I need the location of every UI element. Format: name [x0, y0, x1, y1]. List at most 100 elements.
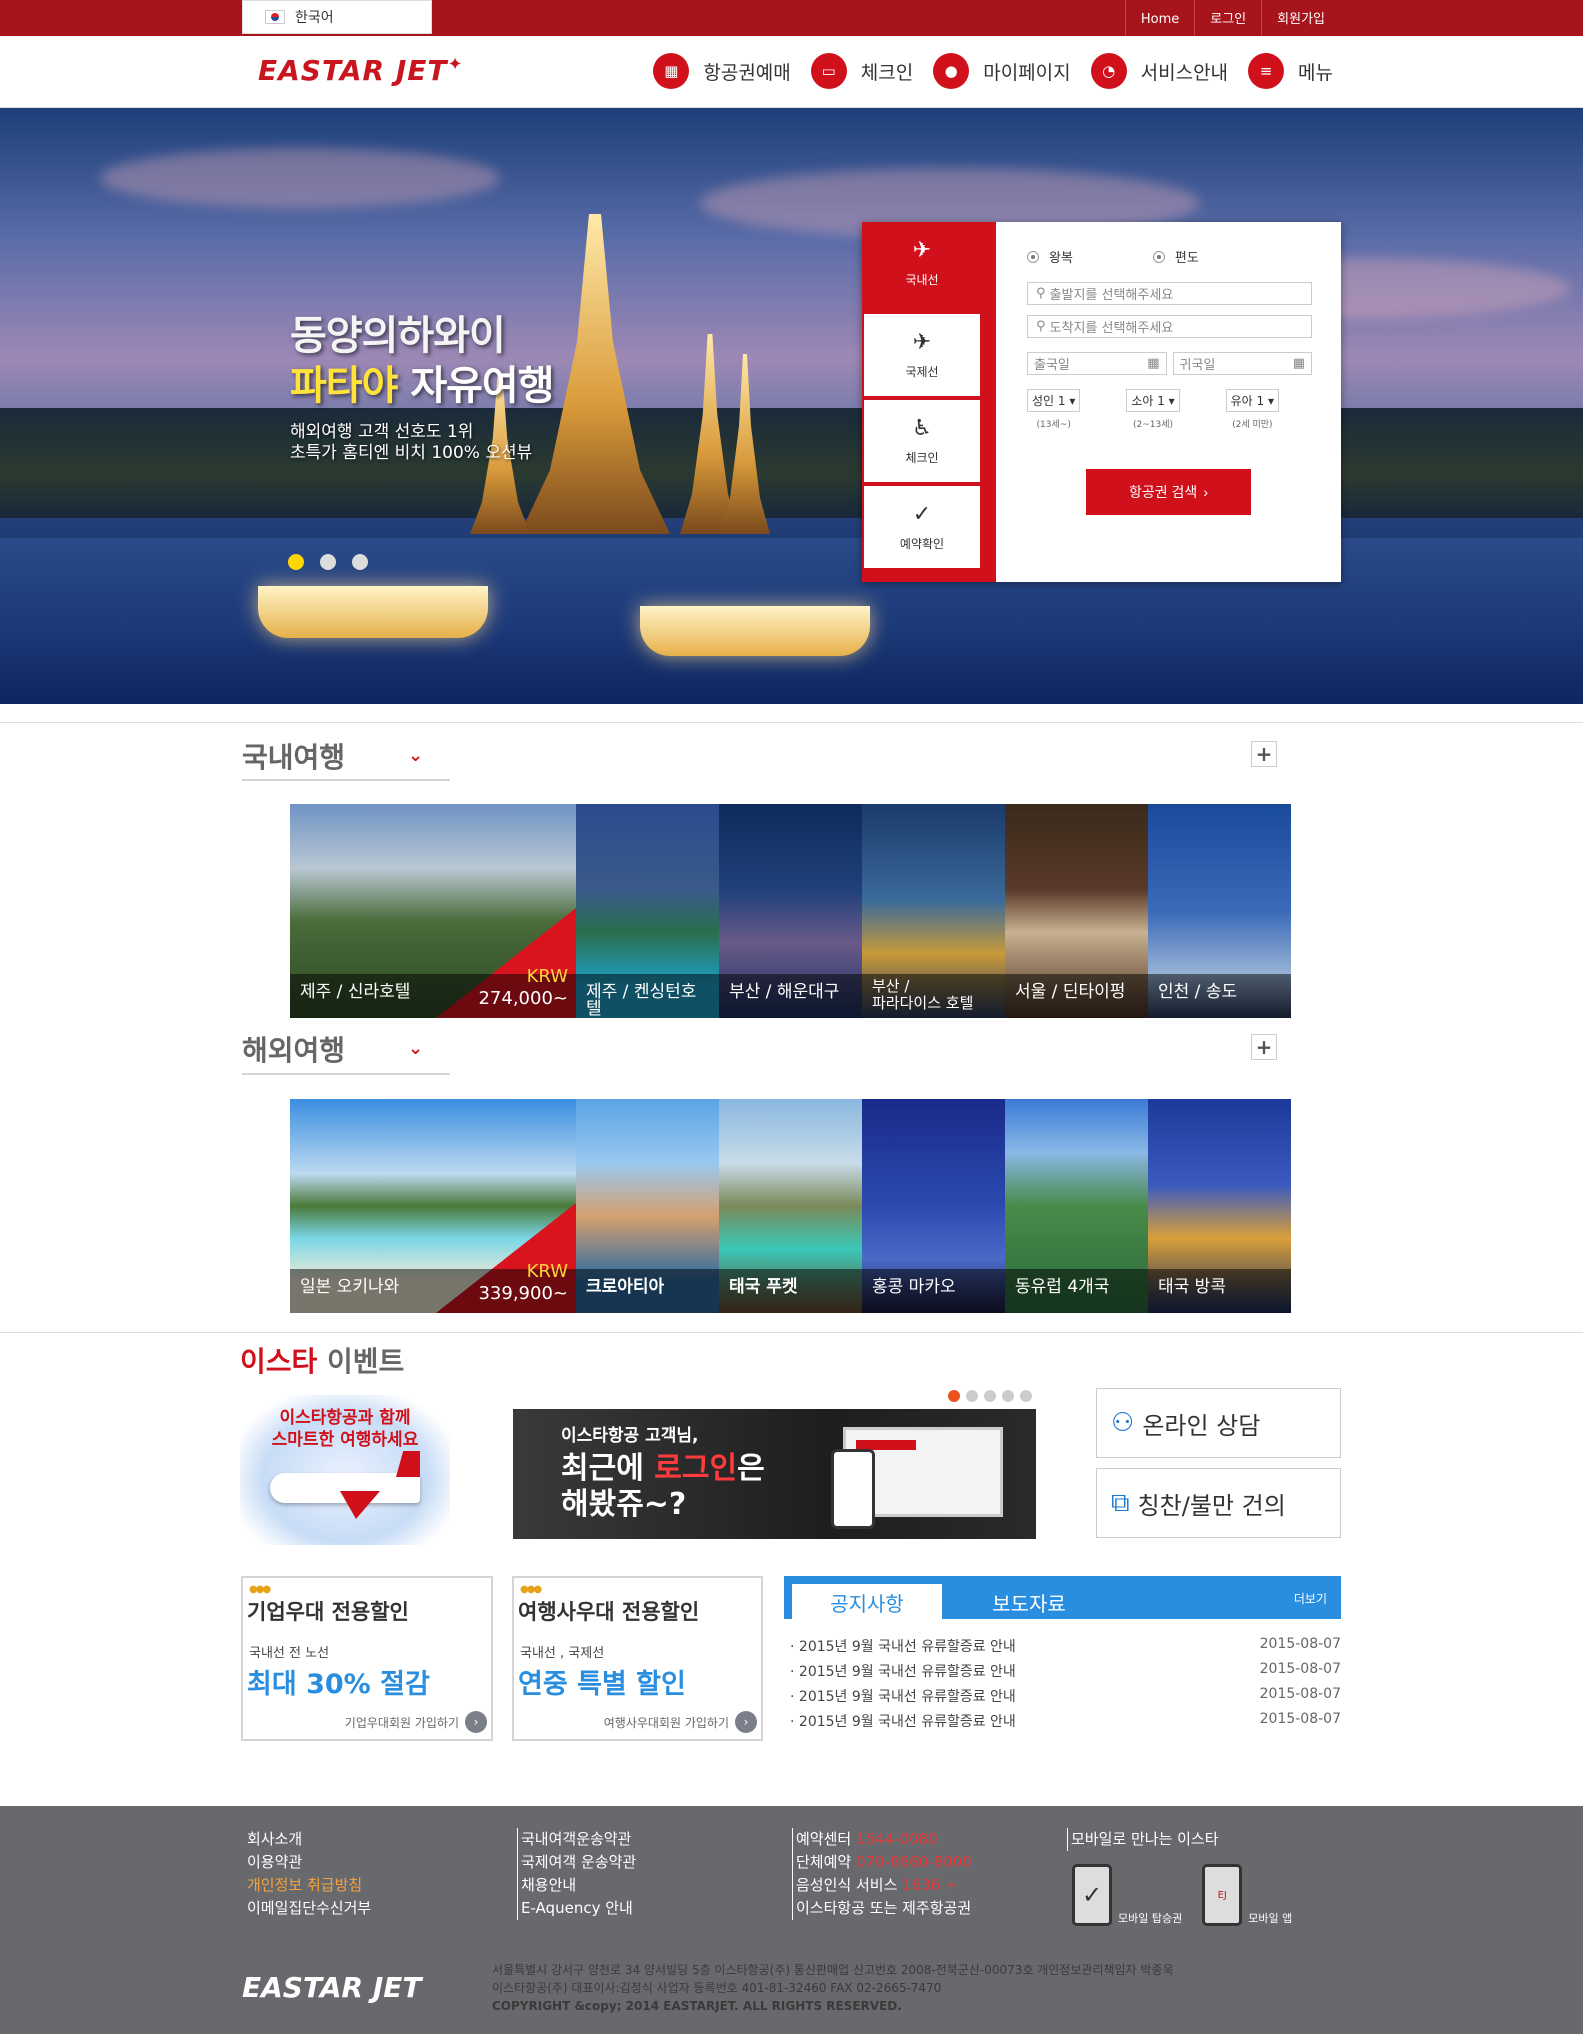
more-link[interactable]: 더보기 — [1294, 1590, 1327, 1607]
promo-link[interactable]: 기업우대회원 가입하기 › — [345, 1711, 487, 1733]
tab-international[interactable]: ✈ 국제선 — [864, 314, 980, 398]
login-link[interactable]: 로그인 — [1194, 0, 1261, 36]
depart-date-input[interactable]: 출국일 ▦ — [1027, 352, 1167, 375]
ticket-icon: ▭ — [810, 53, 847, 89]
nav-service[interactable]: ◔ 서비스안내 — [1090, 53, 1228, 89]
banner-dot[interactable] — [966, 1390, 978, 1402]
nav-booking[interactable]: ▦ 항공권예매 — [653, 53, 791, 89]
tile-croatia[interactable]: 크로아티아 — [576, 1099, 719, 1313]
banner-dot[interactable] — [948, 1390, 960, 1402]
divider — [0, 1332, 1583, 1333]
corporate-promo[interactable]: ●●● 기업우대 전용할인 국내선 전 노선 최대 30% 절감 기업우대회원 … — [241, 1576, 493, 1741]
main-nav: ▦ 항공권예매 ▭ 체크인 ● 마이페이지 ◔ 서비스안내 ≡ 메뉴 — [653, 53, 1333, 89]
nav-mypage[interactable]: ● 마이페이지 — [933, 53, 1071, 89]
adult-select[interactable]: 성인 1 ▾ (13세~) — [1027, 389, 1081, 430]
footer-link[interactable]: 채용안내 — [521, 1874, 636, 1897]
footer-address: 서울특별시 강서구 양천로 34 양서빌딩 5층 이스타항공(주) 통신판매업 … — [492, 1963, 1174, 2013]
footer-link[interactable]: 이메일집단수신거부 — [247, 1897, 371, 1920]
tile-bangkok[interactable]: 태국 방콕 — [1148, 1099, 1291, 1313]
flight-search-button[interactable]: 항공권 검색 › — [1086, 469, 1251, 515]
tile-busan-haeundae[interactable]: 부산 / 해운대구 — [719, 804, 862, 1018]
nav-menu[interactable]: ≡ 메뉴 — [1248, 53, 1333, 89]
list-item[interactable]: · 2015년 9월 국내선 유류할증료 안내 2015-08-07 — [790, 1636, 1341, 1661]
arrival-input[interactable]: ⚲ 도착지를 선택해주세요 — [1027, 315, 1312, 338]
nav-label: 메뉴 — [1298, 61, 1333, 84]
mobile-boarding-pass[interactable]: ✓ 모바일 탑승권 — [1072, 1864, 1182, 1926]
tile-busan-paradise[interactable]: 부산 / 파라다이스 호텔 — [862, 804, 1005, 1018]
return-date-input[interactable]: 귀국일 ▦ — [1172, 352, 1312, 375]
slider-dots — [288, 554, 368, 570]
calendar-icon: ▦ — [653, 53, 690, 89]
tile-jeju-shilla[interactable]: 제주 / 신라호텔 KRW 274,000~ — [290, 804, 576, 1018]
footer-link[interactable]: 개인정보 취급방침 — [247, 1874, 371, 1897]
tile-okinawa[interactable]: 일본 오키나와 KRW 339,900~ — [290, 1099, 576, 1313]
tab-domestic[interactable]: ✈ 국내선 — [864, 222, 980, 306]
tab-notice[interactable]: 공지사항 — [792, 1584, 942, 1620]
logo[interactable]: EASTAR JET✦ — [258, 54, 464, 87]
event-title: 이스타 이벤트 — [240, 1345, 405, 1378]
oneway-radio[interactable]: 편도 — [1152, 247, 1199, 266]
signup-link[interactable]: 회원가입 — [1261, 0, 1340, 36]
nav-label: 체크인 — [860, 61, 914, 84]
domestic-more-button[interactable]: + — [1251, 741, 1277, 767]
tile-caption: 부산 / 파라다이스 호텔 — [862, 974, 1005, 1018]
mobile-app[interactable]: EJ 모바일 앱 — [1202, 1864, 1292, 1926]
footer-contact: 음성인식 서비스 1636 + — [796, 1876, 958, 1894]
list-item[interactable]: · 2015년 9월 국내선 유류할증료 안내 2015-08-07 — [790, 1661, 1341, 1686]
departure-input[interactable]: ⚲ 출발지를 선택해주세요 — [1027, 282, 1312, 305]
hero-city — [0, 408, 1583, 518]
footer-link[interactable]: E-Aquency 안내 — [521, 1897, 636, 1920]
agency-promo[interactable]: ●●● 여행사우대 전용할인 국내선 , 국제선 연중 특별 할인 여행사우대회… — [512, 1576, 763, 1741]
tile-east-europe[interactable]: 동유럽 4개국 — [1005, 1099, 1148, 1313]
nav-checkin[interactable]: ▭ 체크인 — [810, 53, 914, 89]
booking-tabs: ✈ 국내선 ✈ 국제선 ♿ 체크인 ✓ 예약확인 — [862, 222, 996, 582]
slider-dot[interactable] — [352, 554, 368, 570]
tile-macau[interactable]: 홍콩 마카오 — [862, 1099, 1005, 1313]
tab-reservation-check[interactable]: ✓ 예약확인 — [864, 486, 980, 570]
pin-icon: ⚲ — [1036, 319, 1046, 334]
airplane-icon: ✈ — [912, 238, 932, 263]
banner-dots — [948, 1390, 1032, 1402]
booking-panel: ✈ 국내선 ✈ 국제선 ♿ 체크인 ✓ 예약확인 왕복 편도 ⚲ 출발지를 선택해… — [862, 222, 1341, 582]
infant-select[interactable]: 유아 1 ▾ (2세 미만) — [1225, 389, 1279, 430]
notice-list: · 2015년 9월 국내선 유류할증료 안내 2015-08-07 · 2015… — [790, 1636, 1341, 1736]
tile-caption: 크로아티아 — [576, 1269, 719, 1313]
language-selector[interactable]: 한국어 — [242, 0, 432, 34]
footer-link[interactable]: 이용약관 — [247, 1851, 371, 1874]
event-left-banner[interactable]: 이스타항공과 함께 스마트한 여행하세요 — [240, 1395, 450, 1545]
footer-link[interactable]: 국내여객운송약관 — [521, 1828, 636, 1851]
tile-jeju-kensington[interactable]: 제주 / 켄싱턴호텔 — [576, 804, 719, 1018]
top-bar: 한국어 Home 로그인 회원가입 — [0, 0, 1583, 36]
banner-dot[interactable] — [1020, 1390, 1032, 1402]
tile-caption: 제주 / 켄싱턴호텔 — [576, 974, 719, 1018]
event-banner[interactable]: 이스타항공 고객님, 최근에 로그인은 해봤쥬~? — [513, 1409, 1036, 1539]
slider-dot[interactable] — [288, 554, 304, 570]
banner-dot[interactable] — [984, 1390, 996, 1402]
list-item[interactable]: · 2015년 9월 국내선 유류할증료 안내 2015-08-07 — [790, 1711, 1341, 1736]
airplane-icon — [270, 1473, 420, 1503]
overseas-more-button[interactable]: + — [1251, 1034, 1277, 1060]
roundtrip-radio[interactable]: 왕복 — [1027, 247, 1073, 266]
passenger-row: 성인 1 ▾ (13세~) 소아 1 ▾ (2~13세) 유아 1 ▾ (2세 미만) — [1027, 389, 1279, 430]
tile-caption: 인천 / 송도 — [1148, 974, 1291, 1018]
banner-dot[interactable] — [1002, 1390, 1014, 1402]
tab-press[interactable]: 보도자료 — [954, 1584, 1104, 1620]
feedback-button[interactable]: ⧉ 칭찬/불만 건의 — [1096, 1468, 1341, 1538]
chevron-down-icon[interactable]: ⌄ — [408, 1038, 423, 1059]
person-icon: ● — [933, 53, 970, 89]
footer-link[interactable]: 회사소개 — [247, 1828, 371, 1851]
divider — [0, 722, 1583, 723]
chevron-down-icon[interactable]: ⌄ — [408, 745, 423, 766]
tile-phuket[interactable]: 태국 푸켓 — [719, 1099, 862, 1313]
tile-incheon-songdo[interactable]: 인천 / 송도 — [1148, 804, 1291, 1018]
child-select[interactable]: 소아 1 ▾ (2~13세) — [1126, 389, 1180, 430]
promo-link[interactable]: 여행사우대회원 가입하기 › — [604, 1711, 757, 1733]
slider-dot[interactable] — [320, 554, 336, 570]
online-consult-button[interactable]: ⚇ 온라인 상담 — [1096, 1388, 1341, 1458]
list-item[interactable]: · 2015년 9월 국내선 유류할증료 안내 2015-08-07 — [790, 1686, 1341, 1711]
home-link[interactable]: Home — [1124, 0, 1194, 36]
footer-link[interactable]: 국제여객 운송약관 — [521, 1851, 636, 1874]
tile-seoul-dintaifung[interactable]: 서울 / 딘타이펑 — [1005, 804, 1148, 1018]
tab-checkin[interactable]: ♿ 체크인 — [864, 400, 980, 484]
overseas-title: 해외여행 — [242, 1034, 346, 1067]
